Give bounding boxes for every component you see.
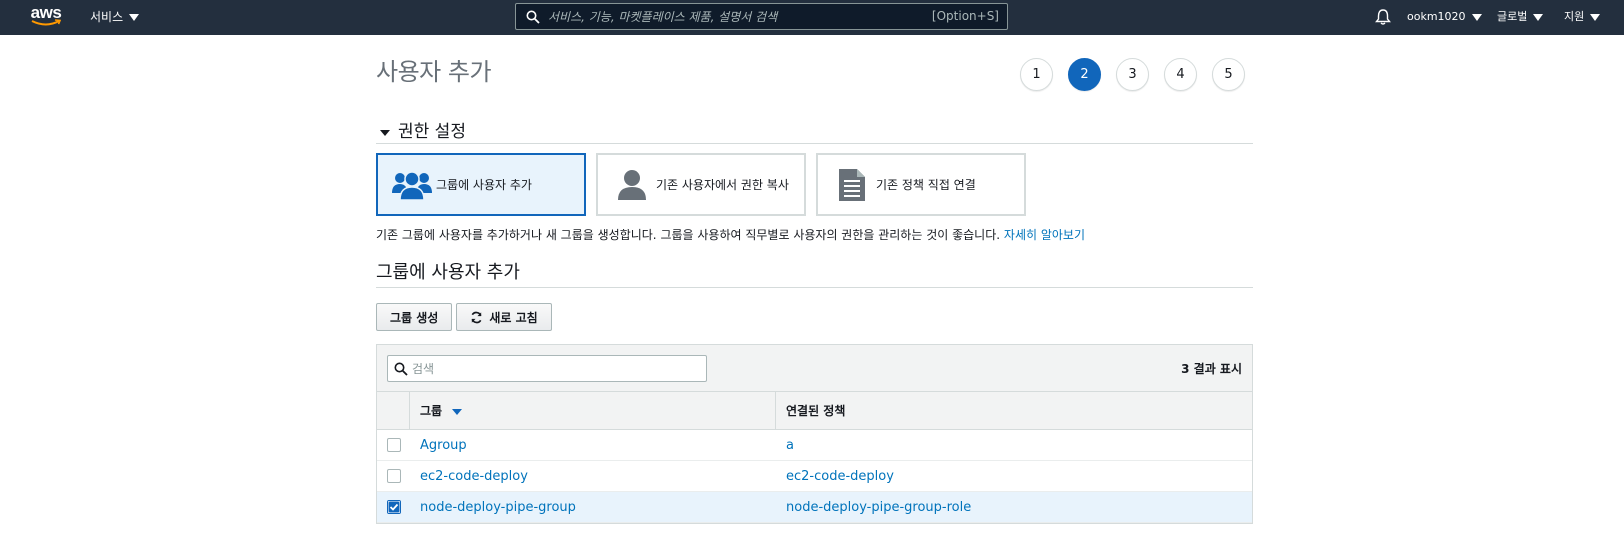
wizard-steps: 1 2 3 4 5: [1020, 58, 1245, 91]
refresh-label: 새로 고침: [489, 310, 538, 325]
group-search[interactable]: [387, 355, 707, 382]
caret-down-icon: [1533, 13, 1544, 21]
option-attach-policy-label: 기존 정책 직접 연결: [876, 178, 976, 192]
region-label: 글로벌: [1497, 10, 1528, 23]
option-attach-policy[interactable]: 기존 정책 직접 연결: [816, 153, 1026, 216]
create-group-button[interactable]: 그룹 생성: [376, 303, 453, 331]
option-copy-from-user[interactable]: 기존 사용자에서 권한 복사: [596, 153, 806, 216]
result-count: 3 결과 표시: [1181, 362, 1242, 376]
policy-link[interactable]: a: [776, 438, 1252, 453]
header-checkbox-cell: [377, 392, 410, 429]
sort-descending-icon[interactable]: [452, 408, 463, 415]
row-checkbox-cell: [377, 469, 410, 483]
caret-down-icon: [1590, 13, 1601, 21]
checkmark-icon: [388, 501, 399, 513]
top-navigation: aws 서비스 [Option+S] ookm1020 글로벌 지원: [0, 0, 1624, 35]
search-shortcut-hint: [Option+S]: [931, 9, 999, 23]
row-checkbox[interactable]: [386, 438, 401, 452]
group-actions: 그룹 생성 새로 고침: [376, 303, 552, 331]
column-group-label: 그룹: [420, 404, 443, 418]
learn-more-link[interactable]: 자세히 알아보기: [1004, 228, 1085, 242]
global-search-input[interactable]: [548, 9, 918, 24]
aws-smile-icon: [31, 19, 61, 26]
group-name-link[interactable]: ec2-code-deploy: [410, 469, 776, 484]
option-add-to-group-label: 그룹에 사용자 추가: [436, 178, 532, 192]
global-search[interactable]: [Option+S]: [515, 3, 1008, 30]
row-checkbox[interactable]: [386, 469, 401, 483]
step-3[interactable]: 3: [1116, 58, 1149, 91]
support-menu[interactable]: 지원: [1564, 8, 1601, 26]
table-row[interactable]: ec2-code-deploy ec2-code-deploy: [377, 461, 1252, 492]
table-filter-bar: 3 결과 표시: [377, 345, 1252, 392]
search-icon: [394, 362, 408, 376]
permissions-section-header[interactable]: 권한 설정: [376, 116, 1253, 144]
users-group-icon: [390, 165, 434, 205]
step-2[interactable]: 2: [1068, 58, 1101, 91]
table-row[interactable]: node-deploy-pipe-group node-deploy-pipe-…: [377, 492, 1252, 523]
refresh-icon: [471, 311, 482, 323]
row-checkbox-cell: [377, 500, 410, 514]
column-header-group[interactable]: 그룹: [410, 392, 776, 429]
add-to-group-title: 그룹에 사용자 추가: [376, 258, 1253, 288]
group-name-link[interactable]: Agroup: [410, 438, 776, 453]
document-icon: [830, 165, 874, 205]
collapse-triangle-icon: [380, 129, 390, 136]
services-menu[interactable]: 서비스: [90, 8, 140, 26]
policy-link[interactable]: node-deploy-pipe-group-role: [776, 500, 1252, 515]
region-menu[interactable]: 글로벌: [1497, 8, 1544, 26]
refresh-button[interactable]: 새로 고침: [456, 303, 552, 331]
step-4[interactable]: 4: [1164, 58, 1197, 91]
group-search-input[interactable]: [412, 361, 692, 376]
permissions-description: 기존 그룹에 사용자를 추가하거나 새 그룹을 생성합니다. 그룹을 사용하여 …: [376, 226, 1085, 243]
page-title: 사용자 추가: [376, 58, 492, 86]
user-icon: [610, 165, 654, 205]
create-group-label: 그룹 생성: [390, 310, 439, 325]
row-checkbox-cell: [377, 438, 410, 452]
aws-logo[interactable]: aws: [28, 4, 64, 30]
caret-down-icon: [1471, 13, 1482, 21]
description-text: 기존 그룹에 사용자를 추가하거나 새 그룹을 생성합니다. 그룹을 사용하여 …: [376, 228, 1001, 242]
option-add-to-group[interactable]: 그룹에 사용자 추가: [376, 153, 586, 216]
table-row[interactable]: Agroup a: [377, 430, 1252, 461]
column-policy-label: 연결된 정책: [786, 404, 846, 418]
support-label: 지원: [1564, 10, 1585, 23]
step-1[interactable]: 1: [1020, 58, 1053, 91]
permissions-section-title: 권한 설정: [398, 122, 466, 142]
row-checkbox-checked[interactable]: [386, 500, 401, 514]
permission-options: 그룹에 사용자 추가 기존 사용자에서 권한 복사 기존 정책 직접 연결: [376, 153, 1026, 216]
caret-down-icon: [129, 13, 140, 21]
groups-table: 3 결과 표시 그룹 연결된 정책 Agroup a ec2-code-depl…: [376, 344, 1253, 524]
account-menu[interactable]: ookm1020: [1407, 8, 1482, 26]
account-label: ookm1020: [1407, 10, 1466, 23]
notifications-bell-icon[interactable]: [1374, 8, 1392, 26]
group-name-link[interactable]: node-deploy-pipe-group: [410, 500, 776, 515]
services-label: 서비스: [90, 10, 124, 24]
column-header-policy[interactable]: 연결된 정책: [776, 392, 1252, 429]
table-header: 그룹 연결된 정책: [377, 392, 1252, 430]
policy-link[interactable]: ec2-code-deploy: [776, 469, 1252, 484]
option-copy-from-user-label: 기존 사용자에서 권한 복사: [656, 178, 789, 192]
step-5[interactable]: 5: [1212, 58, 1245, 91]
search-icon: [526, 10, 540, 24]
